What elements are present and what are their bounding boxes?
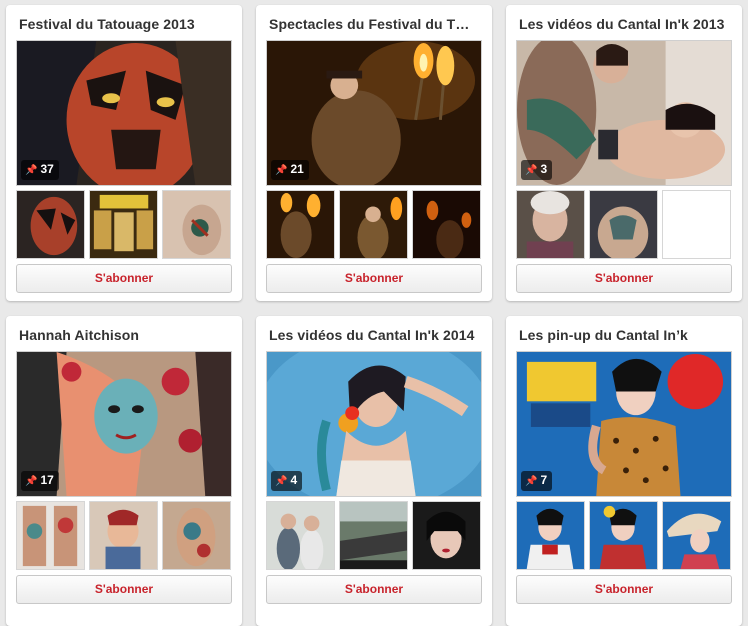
follow-button[interactable]: S'abonner (16, 575, 232, 604)
board-cover-image[interactable]: 📌 7 (516, 351, 732, 497)
board-thumbnail[interactable] (266, 501, 335, 570)
board-title[interactable]: Festival du Tatouage 2013 (19, 15, 232, 33)
board-cover-image[interactable]: 📌 4 (266, 351, 482, 497)
board-thumbnail[interactable] (516, 501, 585, 570)
board-card[interactable]: Les pin-up du Cantal In’k 📌 7 S'abonner (506, 316, 742, 626)
board-cover-image[interactable]: 📌 3 (516, 40, 732, 186)
board-thumbnail[interactable] (162, 501, 231, 570)
pin-count-badge: 📌 17 (21, 471, 59, 491)
board-title[interactable]: Spectacles du Festival du T… (269, 15, 482, 33)
board-card[interactable]: Festival du Tatouage 2013 📌 37 S'abonner (6, 5, 242, 301)
board-thumbnails (16, 190, 232, 259)
pin-icon: 📌 (25, 476, 38, 487)
board-thumbnail[interactable] (162, 190, 231, 259)
board-title[interactable]: Les pin-up du Cantal In’k (519, 326, 732, 344)
board-title[interactable]: Hannah Aitchison (19, 326, 232, 344)
follow-button[interactable]: S'abonner (516, 575, 732, 604)
board-thumbnails (16, 501, 232, 570)
board-thumbnail[interactable] (589, 501, 658, 570)
board-thumbnail[interactable] (412, 501, 481, 570)
board-thumbnails (516, 501, 732, 570)
board-card[interactable]: Spectacles du Festival du T… 📌 21 S'abonn… (256, 5, 492, 301)
board-cover-image[interactable]: 📌 37 (16, 40, 232, 186)
board-card[interactable]: Hannah Aitchison 📌 17 S'abonner (6, 316, 242, 626)
board-thumbnail[interactable] (89, 501, 158, 570)
pin-icon: 📌 (25, 165, 38, 176)
board-thumbnail[interactable] (266, 190, 335, 259)
board-thumbnail[interactable] (16, 501, 85, 570)
follow-button[interactable]: S'abonner (16, 264, 232, 293)
pin-icon: 📌 (275, 165, 288, 176)
board-cover-image[interactable]: 📌 17 (16, 351, 232, 497)
board-card[interactable]: Les vidéos du Cantal In'k 2014 📌 4 S'abon… (256, 316, 492, 626)
board-card[interactable]: Les vidéos du Cantal In'k 2013 📌 3 S'abon… (506, 5, 742, 301)
board-thumbnail[interactable] (516, 190, 585, 259)
board-cover-image[interactable]: 📌 21 (266, 40, 482, 186)
pin-count-badge: 📌 4 (271, 471, 303, 491)
board-thumbnail[interactable] (662, 501, 731, 570)
pin-count-badge: 📌 21 (271, 160, 309, 180)
board-thumbnail[interactable] (662, 190, 731, 259)
board-title[interactable]: Les vidéos du Cantal In'k 2013 (519, 15, 732, 33)
board-thumbnail[interactable] (339, 501, 408, 570)
board-thumbnail[interactable] (89, 190, 158, 259)
follow-button[interactable]: S'abonner (516, 264, 732, 293)
board-thumbnails (266, 501, 482, 570)
board-title[interactable]: Les vidéos du Cantal In'k 2014 (269, 326, 482, 344)
board-thumbnails (266, 190, 482, 259)
pin-count-badge: 📌 3 (521, 160, 553, 180)
board-thumbnail[interactable] (339, 190, 408, 259)
board-thumbnail[interactable] (589, 190, 658, 259)
follow-button[interactable]: S'abonner (266, 264, 482, 293)
pin-icon: 📌 (525, 476, 538, 487)
pin-count-badge: 📌 7 (521, 471, 553, 491)
follow-button[interactable]: S'abonner (266, 575, 482, 604)
pin-icon: 📌 (275, 476, 288, 487)
pin-icon: 📌 (525, 165, 538, 176)
pin-count-badge: 📌 37 (21, 160, 59, 180)
board-thumbnail[interactable] (412, 190, 481, 259)
board-thumbnails (516, 190, 732, 259)
board-thumbnail[interactable] (16, 190, 85, 259)
